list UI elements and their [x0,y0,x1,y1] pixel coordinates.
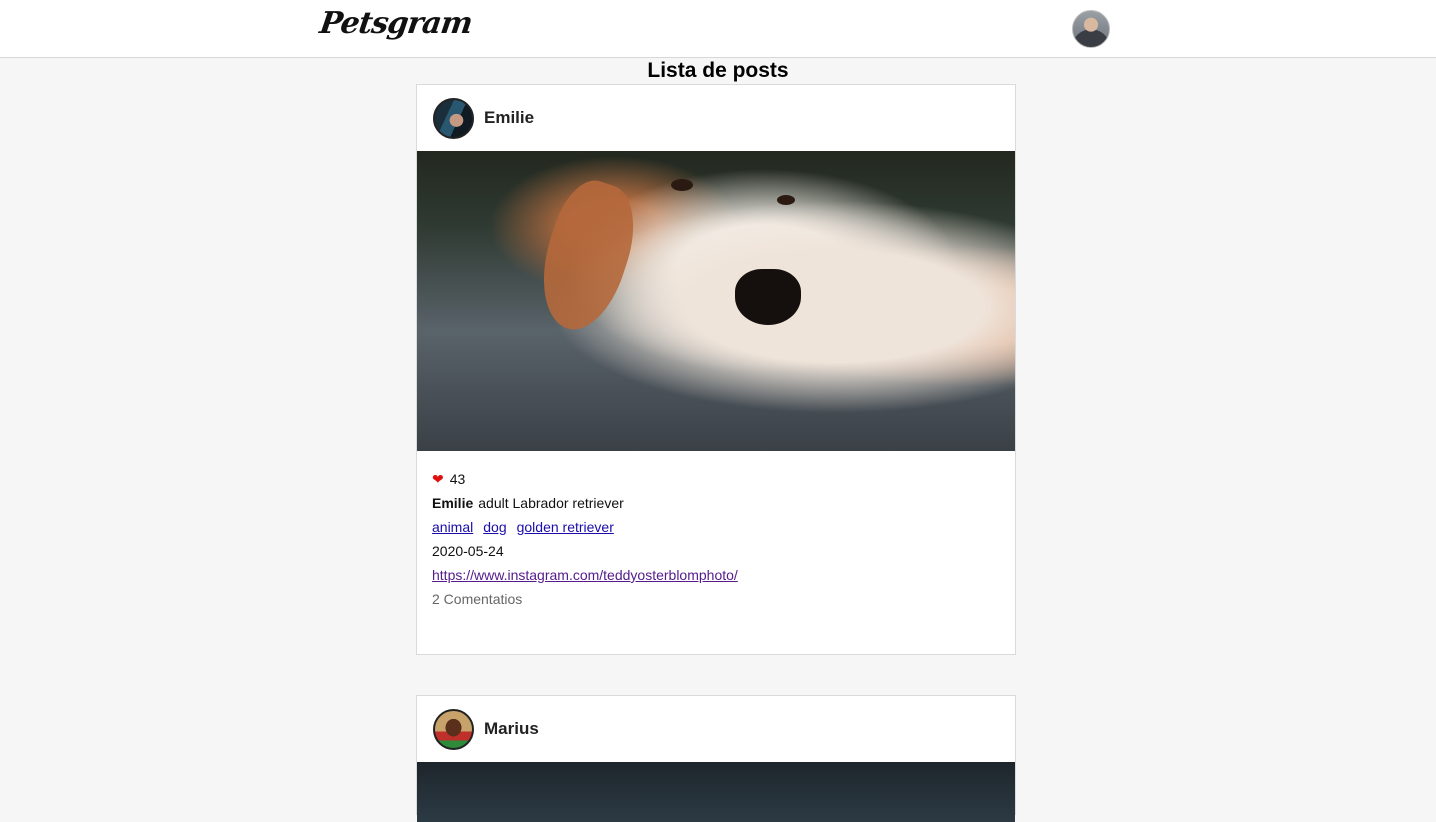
source-row: https://www.instagram.com/teddyosterblom… [432,563,1000,587]
author-avatar[interactable] [433,708,474,750]
post-details: ❤ 43 Emilie adult Labrador retriever ani… [417,451,1015,611]
dog-eye-shape [777,195,795,205]
comments-link[interactable]: 2 Comentatios [432,587,1000,611]
dog-nose-shape [735,269,801,325]
author-name[interactable]: Marius [484,719,539,739]
author-avatar[interactable] [433,97,474,139]
caption-text: adult Labrador retriever [478,495,624,511]
tag-link[interactable]: animal [432,519,473,535]
top-navbar: Petsgram [0,0,1436,58]
likes-count: 43 [449,471,466,487]
caption-author: Emilie [432,495,474,511]
tags-row: animal dog golden retriever [432,515,1000,539]
likes-row: ❤ 43 [432,467,1000,491]
caption-row: Emilie adult Labrador retriever [432,491,1000,515]
post-card: Emilie ❤ 43 Emilie adult Labrador retrie… [416,84,1016,655]
tag-link[interactable]: golden retriever [517,519,614,535]
post-header: Marius [417,696,1015,762]
post-image[interactable] [417,151,1015,451]
petsgram-logo[interactable]: Petsgram [318,6,474,41]
user-avatar[interactable] [1072,10,1110,48]
tag-link[interactable]: dog [483,519,506,535]
dog-eye-shape [671,179,693,191]
post-header: Emilie [417,85,1015,151]
author-name[interactable]: Emilie [484,108,534,128]
post-date: 2020-05-24 [432,543,504,559]
page-title: Lista de posts [647,59,789,82]
heart-icon[interactable]: ❤ [432,472,444,486]
source-link[interactable]: https://www.instagram.com/teddyosterblom… [432,567,738,583]
post-image[interactable] [417,762,1015,822]
post-card: Marius [416,695,1016,822]
dog-ear-shape [525,172,649,340]
